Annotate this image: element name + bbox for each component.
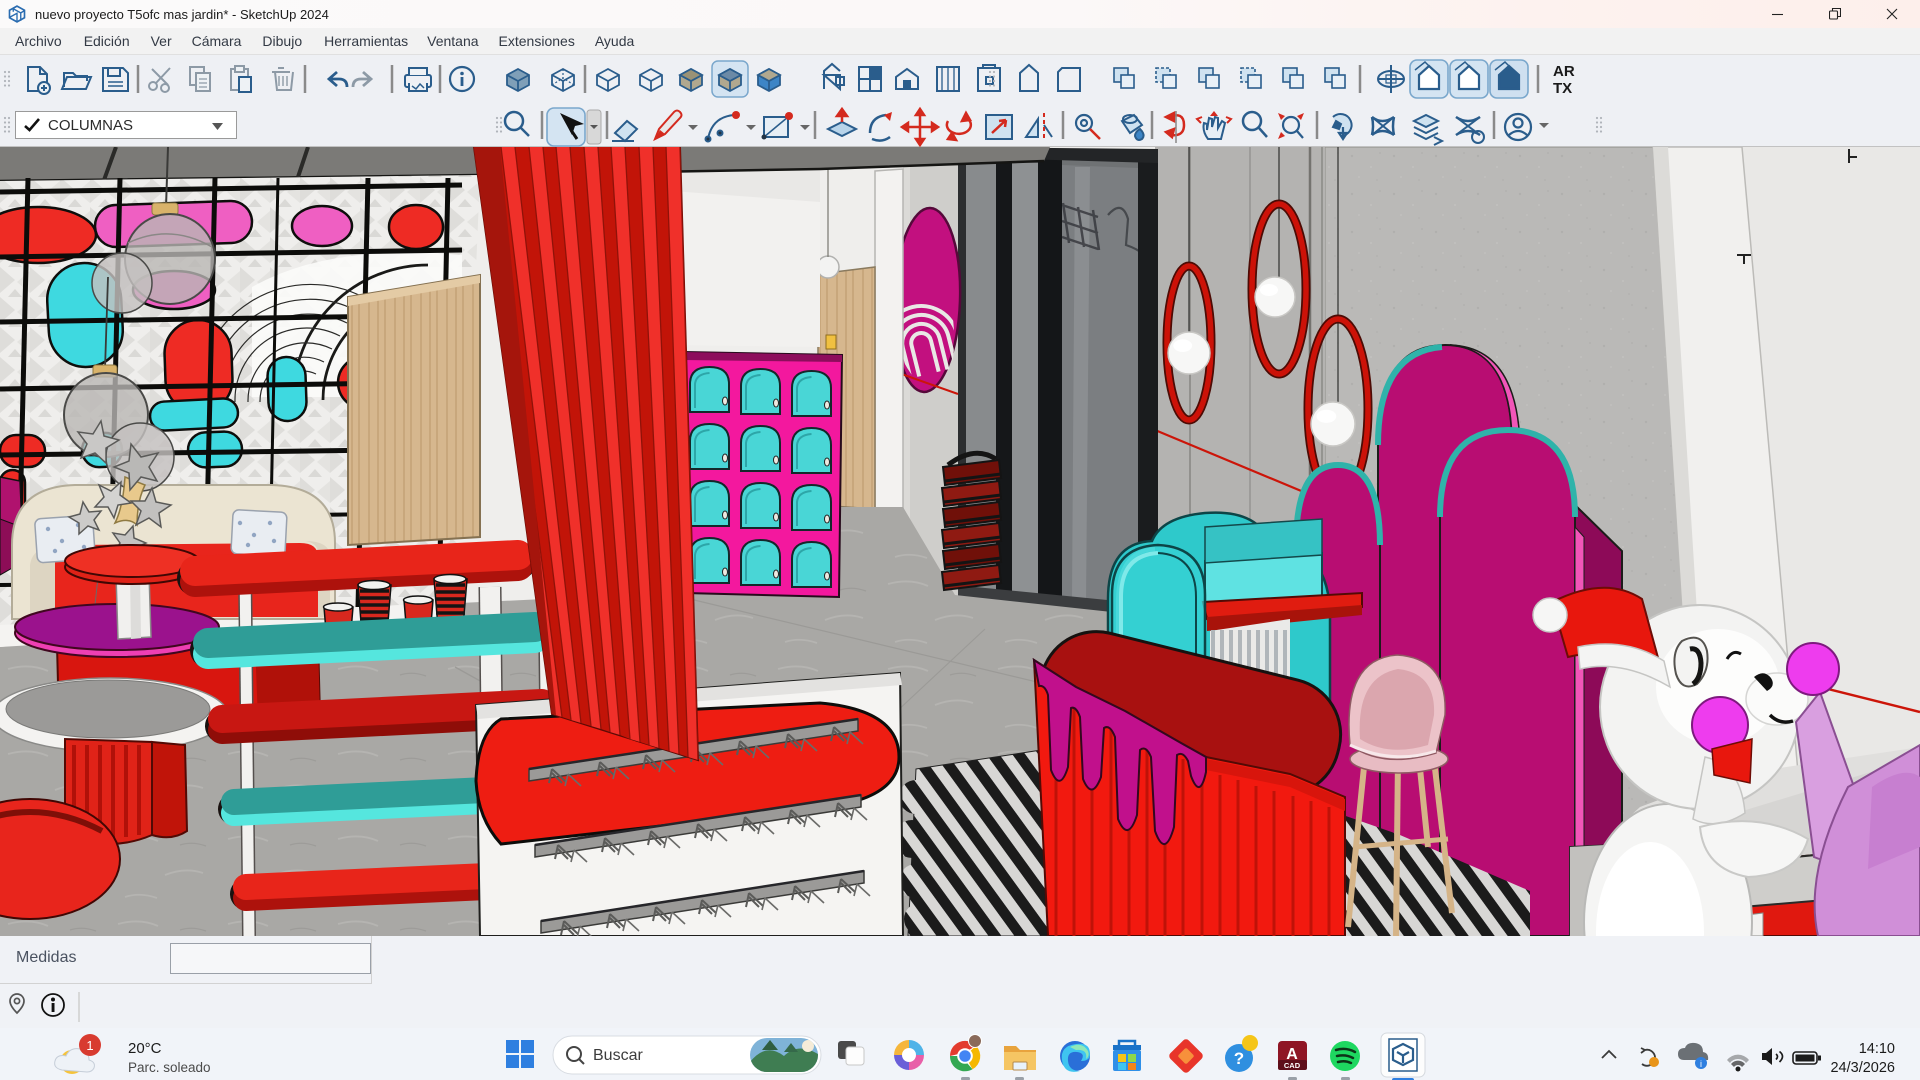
svg-text:20°C: 20°C — [128, 1040, 162, 1057]
svg-text:CAD: CAD — [1284, 1061, 1301, 1070]
svg-text:i: i — [1700, 1059, 1702, 1069]
svg-text:Parc. soleado: Parc. soleado — [128, 1060, 211, 1075]
svg-text:TX: TX — [1553, 80, 1572, 97]
svg-text:?: ? — [1234, 1049, 1244, 1068]
svg-text:Buscar: Buscar — [593, 1047, 643, 1064]
svg-text:24/3/2026: 24/3/2026 — [1830, 1060, 1895, 1076]
svg-text:1: 1 — [86, 1038, 93, 1053]
svg-text:14:10: 14:10 — [1859, 1041, 1895, 1057]
svg-text:AR: AR — [1553, 63, 1575, 80]
